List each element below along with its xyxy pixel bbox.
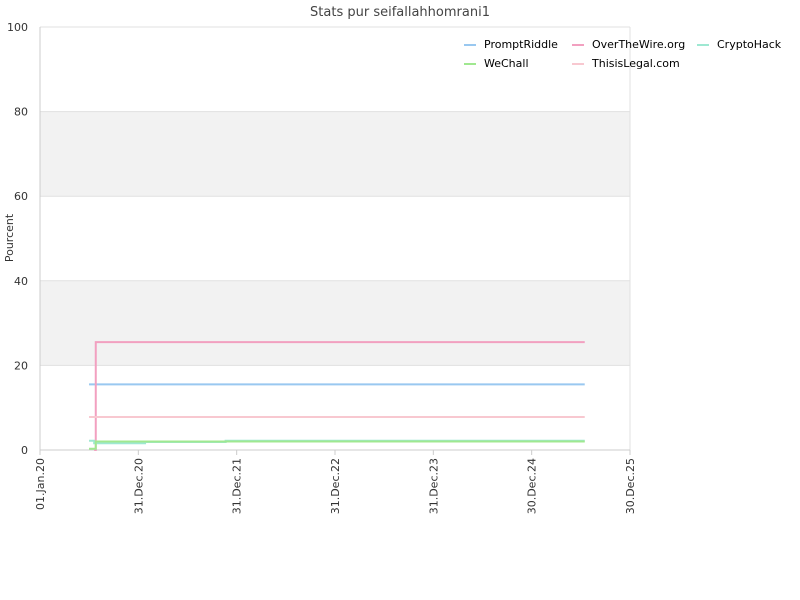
x-tick-label: 01.Jan.20 <box>34 458 47 510</box>
legend: PromptRiddle OverTheWire.org CryptoHack WeC… <box>464 38 782 70</box>
legend-label-promptriddle: PromptRiddle <box>484 38 558 51</box>
plot-background-bands <box>40 111 630 366</box>
x-tick-label: 31.Dec.23 <box>427 458 440 514</box>
y-axis-title: Pourcent <box>3 213 16 262</box>
x-tick-label: 31.Dec.22 <box>329 458 342 514</box>
x-tick-label: 31.Dec.20 <box>132 458 145 514</box>
plot-band <box>40 280 630 366</box>
y-tick-label: 0 <box>21 444 28 457</box>
chart-title: Stats pur seifallahhomrani1 <box>310 5 490 20</box>
x-tick-label: 30.Dec.25 <box>624 458 637 514</box>
axes <box>39 27 631 451</box>
plot-band <box>40 111 630 197</box>
grid-lines <box>40 26 630 451</box>
legend-label-thisislegal-com: ThisisLegal.com <box>591 57 680 70</box>
legend-label-cryptohack: CryptoHack <box>717 38 782 51</box>
x-tick-labels: 01.Jan.20 31.Dec.20 31.Dec.21 31.Dec.22 31.D… <box>34 450 637 514</box>
y-tick-label: 100 <box>7 21 28 34</box>
y-tick-label: 60 <box>14 190 28 203</box>
y-tick-label: 20 <box>14 359 28 372</box>
y-tick-label: 40 <box>14 275 28 288</box>
x-tick-label: 31.Dec.21 <box>231 458 244 514</box>
legend-label-wechall: WeChall <box>484 57 529 70</box>
x-tick-label: 30.Dec.24 <box>526 458 539 514</box>
legend-label-overthewire-org: OverTheWire.org <box>592 38 685 51</box>
y-tick-label: 80 <box>14 106 28 119</box>
chart: Stats pur seifallahhomrani1 0 20 40 60 80 100… <box>3 5 782 514</box>
